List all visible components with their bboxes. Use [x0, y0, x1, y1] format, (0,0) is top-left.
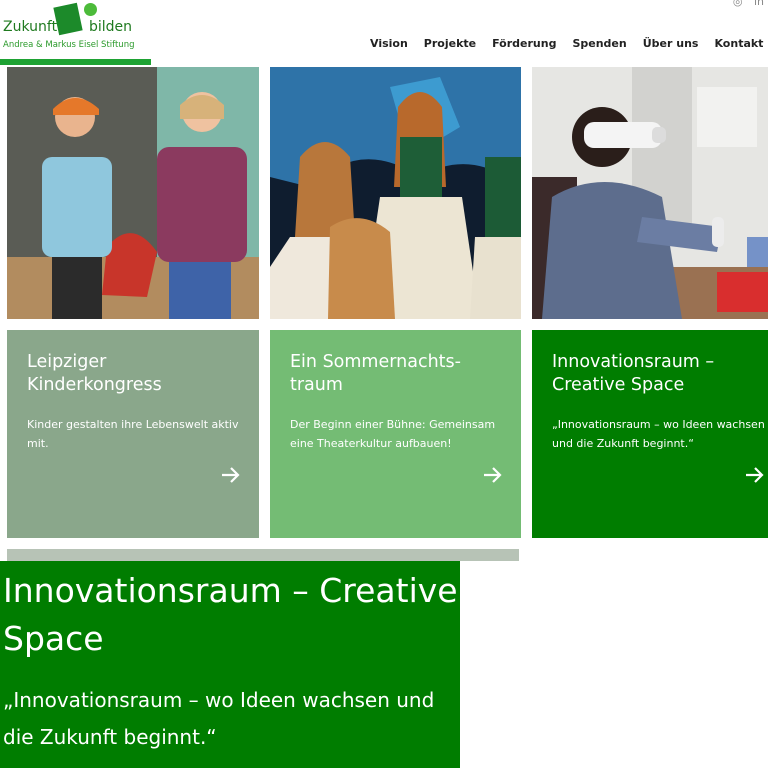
nav-item-projekte[interactable]: Projekte: [424, 37, 476, 50]
social-links: ◎ in: [725, 0, 764, 8]
nav-item-vision[interactable]: Vision: [370, 37, 408, 50]
linkedin-icon[interactable]: in: [754, 0, 764, 8]
card-title: Innovationsraum – Creative Space: [552, 352, 715, 395]
card-description: „Innovationsraum – wo Ideen wachsen und …: [552, 418, 765, 450]
project-card-innovationsraum[interactable]: Innovationsraum – Creative Space „Innova…: [532, 330, 768, 538]
logo-word-right: bilden: [89, 19, 133, 35]
detail-title: Innovationsraum – Creative Space: [3, 571, 458, 658]
card-description: Kinder gestalten ihre Lebenswelt aktiv m…: [27, 418, 239, 450]
divider-strip: [7, 549, 519, 561]
detail-description: „Innovationsraum – wo Ideen wachsen und …: [3, 688, 435, 749]
project-image-innovationsraum[interactable]: [532, 67, 768, 319]
project-image-sommernachtstraum[interactable]: [270, 67, 521, 319]
nav-item-spenden[interactable]: Spenden: [572, 37, 626, 50]
arrow-right-icon[interactable]: [220, 465, 240, 485]
innovationsraum-detail-panel: Innovationsraum – Creative Space „Innova…: [0, 561, 460, 768]
main-navigation: Vision Projekte Förderung Spenden Über u…: [370, 37, 768, 50]
logo-word-left: Zukunft: [3, 19, 58, 35]
project-card-kinderkongress[interactable]: Leipziger Kinderkongress Kinder gestalte…: [7, 330, 259, 538]
logo-square-icon: [53, 2, 83, 36]
arrow-right-icon[interactable]: [744, 465, 764, 485]
logo-subtitle: Andrea & Markus Eisel Stiftung: [3, 40, 135, 50]
project-card-sommernachtstraum[interactable]: Ein Sommernachts-traum Der Beginn einer …: [270, 330, 521, 538]
nav-item-kontakt[interactable]: Kontakt: [714, 37, 763, 50]
card-title: Ein Sommernachts-traum: [290, 352, 461, 395]
instagram-icon[interactable]: ◎: [733, 0, 743, 8]
card-description: Der Beginn einer Bühne: Gemeinsam eine T…: [290, 418, 496, 450]
logo-dot-icon: [84, 3, 97, 16]
card-title: Leipziger Kinderkongress: [27, 352, 162, 395]
nav-item-ueber-uns[interactable]: Über uns: [643, 37, 699, 50]
nav-item-foerderung[interactable]: Förderung: [492, 37, 556, 50]
project-image-kinderkongress[interactable]: [7, 67, 259, 319]
arrow-right-icon[interactable]: [482, 465, 502, 485]
site-logo[interactable]: Zukunft bilden Andrea & Markus Eisel Sti…: [0, 0, 152, 66]
logo-underline: [0, 59, 151, 65]
